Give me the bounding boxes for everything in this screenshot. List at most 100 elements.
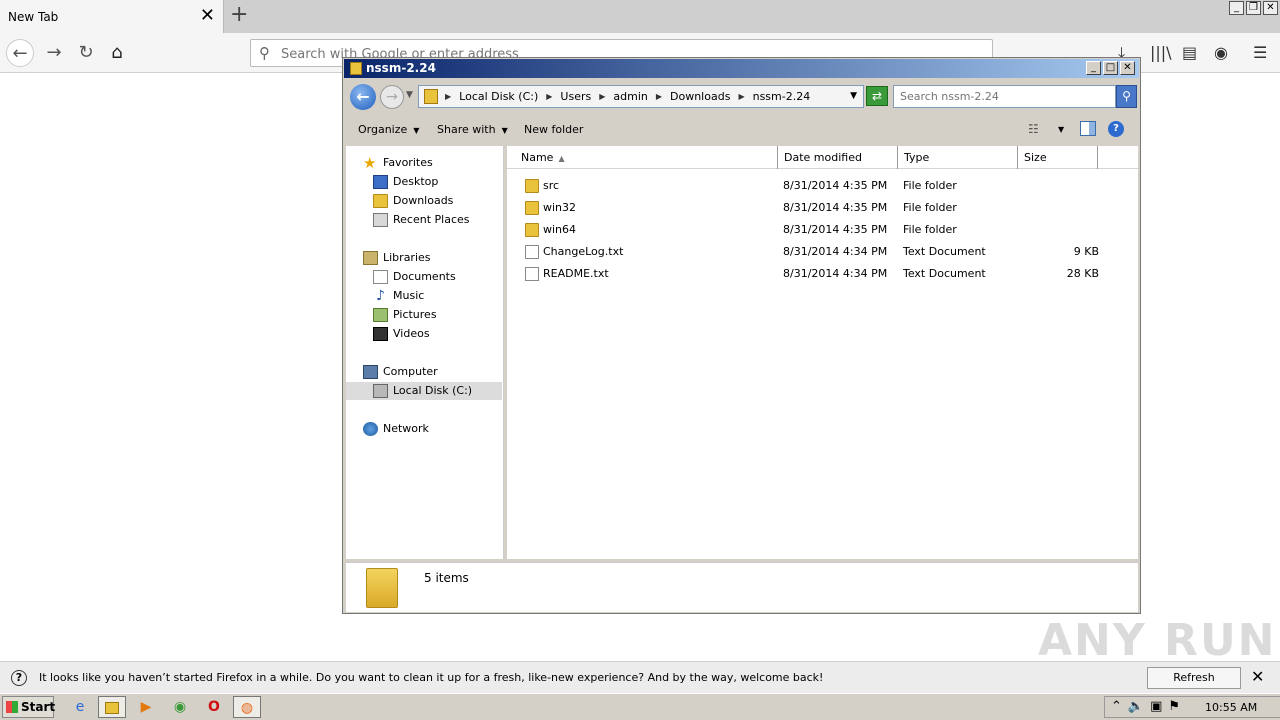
chevron-right-icon[interactable]: ▶ xyxy=(738,90,744,103)
internet-explorer-icon[interactable]: e xyxy=(66,696,94,718)
chevron-right-icon[interactable]: ▶ xyxy=(656,90,662,103)
tray-icons[interactable]: ⌃🔈▣⚑ xyxy=(1111,699,1186,714)
forward-arrow-icon[interactable]: → xyxy=(380,85,404,109)
tab-new-tab[interactable]: New Tab ✕ xyxy=(0,0,224,33)
views-icon[interactable]: ☷ xyxy=(1028,122,1039,136)
column-header-type[interactable]: Type xyxy=(898,146,1018,169)
opera-icon[interactable]: O xyxy=(200,696,228,718)
sidebar-icon[interactable]: ▤ xyxy=(1182,43,1197,62)
column-header-size[interactable]: Size xyxy=(1018,146,1098,169)
tab-close-icon[interactable]: ✕ xyxy=(200,6,215,26)
chevron-down-icon[interactable]: ▼ xyxy=(406,90,413,100)
folder-icon xyxy=(350,62,362,75)
share-with-button[interactable]: Share with ▼ xyxy=(437,123,508,136)
file-row[interactable]: win32 8/31/2014 4:35 PM File folder xyxy=(519,197,1119,219)
new-folder-button[interactable]: New folder xyxy=(524,123,583,136)
explorer-title-bar[interactable]: nssm-2.24 _ □ ✕ xyxy=(344,59,1139,78)
help-icon[interactable]: ? xyxy=(1108,121,1124,137)
file-list: Name ▲ Date modified Type Size src 8/31/20… xyxy=(507,146,1138,559)
hard-drive-icon xyxy=(373,384,388,398)
close-button[interactable]: ✕ xyxy=(1120,61,1135,75)
file-size: 28 KB xyxy=(1066,267,1099,280)
new-tab-button[interactable]: + xyxy=(230,2,248,27)
organize-button[interactable]: Organize ▼ xyxy=(358,123,419,136)
maximize-button[interactable]: □ xyxy=(1103,61,1118,75)
file-row[interactable]: README.txt 8/31/2014 4:34 PM Text Document… xyxy=(519,263,1119,285)
column-header-name[interactable]: Name ▲ xyxy=(515,146,778,169)
minimize-button[interactable]: _ xyxy=(1229,1,1244,15)
column-header-date-modified[interactable]: Date modified xyxy=(778,146,898,169)
browser-window-controls: _ ❐ ✕ xyxy=(1229,1,1278,15)
file-row[interactable]: win64 8/31/2014 4:35 PM File folder xyxy=(519,219,1119,241)
breadcrumb-item[interactable]: Local Disk (C:) xyxy=(459,90,538,103)
search-input[interactable] xyxy=(900,90,1110,103)
media-player-icon[interactable]: ▶ xyxy=(132,696,160,718)
nav-item-recent-places[interactable]: Recent Places xyxy=(373,211,493,229)
file-row[interactable]: ChangeLog.txt 8/31/2014 4:34 PM Text Docum… xyxy=(519,241,1119,263)
chevron-right-icon[interactable]: ▶ xyxy=(546,90,552,103)
home-icon[interactable]: ⌂ xyxy=(103,39,131,67)
notification-message: It looks like you haven’t started Firefo… xyxy=(39,671,824,684)
nav-item-downloads[interactable]: Downloads xyxy=(373,192,493,210)
nav-item-libraries[interactable]: Libraries xyxy=(363,249,493,267)
refresh-icon[interactable]: ⇄ xyxy=(866,86,888,106)
library-icon[interactable]: |||\ xyxy=(1150,43,1172,62)
back-arrow-icon[interactable]: ← xyxy=(6,39,34,67)
breadcrumb-item[interactable]: nssm-2.24 xyxy=(753,90,811,103)
documents-icon xyxy=(373,270,388,284)
nav-item-network[interactable]: Network xyxy=(363,420,493,438)
menu-icon[interactable]: ☰ xyxy=(1253,43,1267,62)
chevron-down-icon[interactable]: ▼ xyxy=(850,91,857,101)
chevron-right-icon[interactable]: ▶ xyxy=(445,90,451,103)
nav-item-documents[interactable]: Documents xyxy=(373,268,493,286)
breadcrumb-item[interactable]: Users xyxy=(560,90,591,103)
file-type: File folder xyxy=(903,223,957,236)
start-button[interactable]: Start xyxy=(2,696,55,718)
minimize-button[interactable]: _ xyxy=(1086,61,1101,75)
reload-icon[interactable]: ↻ xyxy=(72,39,100,67)
search-icon[interactable]: ⚲ xyxy=(1116,85,1137,108)
clock: 10:55 AM xyxy=(1205,701,1258,714)
chevron-right-icon[interactable]: ▶ xyxy=(599,90,605,103)
nav-item-label: Pictures xyxy=(393,308,437,321)
nav-item-label: Documents xyxy=(393,270,456,283)
account-icon[interactable]: ◉ xyxy=(1214,43,1228,62)
back-arrow-icon[interactable]: ← xyxy=(350,84,376,110)
breadcrumb-item[interactable]: admin xyxy=(613,90,647,103)
explorer-taskbar-icon[interactable] xyxy=(98,696,126,718)
organize-label: Organize xyxy=(358,123,408,136)
nav-item-videos[interactable]: Videos xyxy=(373,325,493,343)
nav-item-computer[interactable]: Computer xyxy=(363,363,493,381)
file-date: 8/31/2014 4:35 PM xyxy=(783,223,888,236)
restore-button[interactable]: ❐ xyxy=(1246,1,1261,15)
chevron-down-icon[interactable]: ▼ xyxy=(1058,125,1064,134)
nav-item-music[interactable]: ♪ Music xyxy=(373,287,493,305)
nav-item-favorites[interactable]: ★ Favorites xyxy=(363,154,493,172)
file-date: 8/31/2014 4:35 PM xyxy=(783,201,888,214)
forward-arrow-icon[interactable]: → xyxy=(40,39,68,67)
system-tray: ⌃🔈▣⚑ 10:55 AM xyxy=(1104,696,1280,718)
file-size: 9 KB xyxy=(1073,245,1099,258)
browser-tab-bar: New Tab ✕ + _ ❐ ✕ xyxy=(0,0,1280,33)
folder-icon xyxy=(424,89,438,104)
preview-pane-icon[interactable] xyxy=(1080,121,1096,136)
breadcrumb-item[interactable]: Downloads xyxy=(670,90,730,103)
close-button[interactable]: ✕ xyxy=(1263,1,1278,15)
column-label: Name xyxy=(521,151,554,164)
nav-item-pictures[interactable]: Pictures xyxy=(373,306,493,324)
firefox-icon[interactable]: ◍ xyxy=(233,696,261,718)
chevron-down-icon: ▼ xyxy=(501,126,508,135)
nav-item-local-disk[interactable]: Local Disk (C:) xyxy=(346,382,502,400)
navigation-pane: ★ Favorites Desktop Downloads Recent Pla… xyxy=(346,146,504,559)
file-row[interactable]: src 8/31/2014 4:35 PM File folder xyxy=(519,175,1119,197)
tab-title: New Tab xyxy=(8,10,59,24)
chrome-icon[interactable]: ◉ xyxy=(166,696,194,718)
breadcrumb[interactable]: ▶ Local Disk (C:) ▶ Users ▶ admin ▶ Down… xyxy=(418,85,864,108)
nav-item-desktop[interactable]: Desktop xyxy=(373,173,493,191)
text-file-icon xyxy=(525,245,539,259)
search-field[interactable] xyxy=(893,85,1116,108)
nav-item-label: Desktop xyxy=(393,175,439,188)
refresh-firefox-button[interactable]: Refresh Firefox… xyxy=(1147,667,1241,704)
star-icon: ★ xyxy=(363,154,377,172)
close-icon[interactable]: ✕ xyxy=(1251,667,1264,686)
